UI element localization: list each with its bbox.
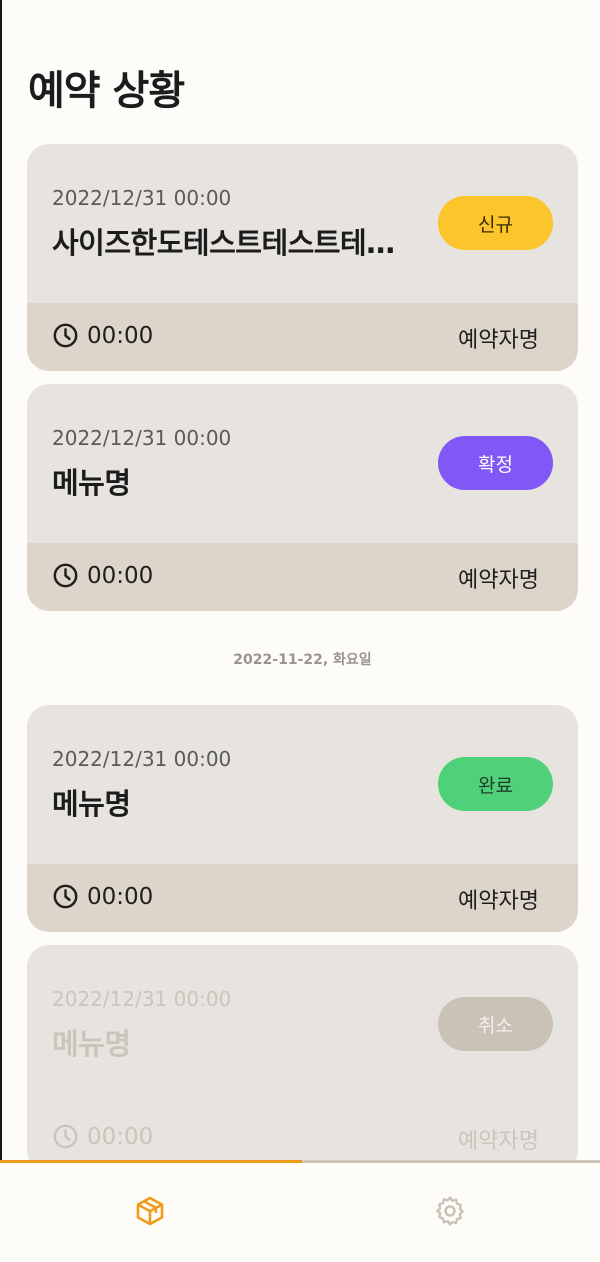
page-title: 예약 상황 <box>28 68 185 114</box>
customer-name: 예약자명 <box>458 568 539 593</box>
card-body: 2022/12/31 00:00 사이즈한도테스트테스트테스트 신규 <box>27 144 578 303</box>
reservation-card[interactable]: 2022/12/31 00:00 사이즈한도테스트테스트테스트 신규 00:00… <box>27 144 578 371</box>
customer-name: 예약자명 <box>458 1129 539 1154</box>
card-body: 2022/12/31 00:00 메뉴명 완료 <box>27 705 578 864</box>
menu-name: 사이즈한도테스트테스트테스트 <box>52 226 397 260</box>
menu-name: 메뉴명 <box>52 1027 131 1061</box>
window-edge <box>0 0 2 1259</box>
menu-name: 메뉴명 <box>52 466 131 500</box>
clock-icon <box>53 323 78 348</box>
box-icon <box>136 1196 164 1226</box>
reservation-card[interactable]: 2022/12/31 00:00 메뉴명 완료 00:00 예약자명 <box>27 705 578 932</box>
reservation-time: 00:00 <box>52 1123 153 1150</box>
reservation-time: 00:00 <box>52 562 153 589</box>
time-value: 00:00 <box>87 562 154 589</box>
status-badge-new: 신규 <box>438 196 553 250</box>
status-badge-cancel: 취소 <box>438 997 553 1051</box>
reservation-time: 00:00 <box>52 322 153 349</box>
menu-name: 메뉴명 <box>52 787 131 821</box>
time-value: 00:00 <box>87 322 154 349</box>
reservation-card-cancelled[interactable]: 2022/12/31 00:00 메뉴명 취소 00:00 예약자명 <box>27 945 578 1172</box>
card-footer: 00:00 예약자명 <box>27 303 578 371</box>
reservation-datetime: 2022/12/31 00:00 <box>52 747 232 771</box>
card-footer: 00:00 예약자명 <box>27 864 578 932</box>
reservation-list[interactable]: 2022/12/31 00:00 사이즈한도테스트테스트테스트 신규 00:00… <box>27 144 578 1185</box>
customer-name: 예약자명 <box>458 328 539 353</box>
reservation-datetime: 2022/12/31 00:00 <box>52 987 232 1011</box>
reservation-card[interactable]: 2022/12/31 00:00 메뉴명 확정 00:00 예약자명 <box>27 384 578 611</box>
reservation-datetime: 2022/12/31 00:00 <box>52 186 232 210</box>
card-body: 2022/12/31 00:00 메뉴명 확정 <box>27 384 578 543</box>
tab-reservations[interactable] <box>0 1163 300 1259</box>
customer-name: 예약자명 <box>458 889 539 914</box>
card-footer: 00:00 예약자명 <box>27 543 578 611</box>
clock-icon <box>53 563 78 588</box>
time-value: 00:00 <box>87 883 154 910</box>
reservation-time: 00:00 <box>52 883 153 910</box>
status-badge-confirmed: 확정 <box>438 436 553 490</box>
gear-icon <box>436 1196 464 1226</box>
tab-settings[interactable] <box>300 1163 600 1259</box>
clock-icon <box>53 884 78 909</box>
card-body: 2022/12/31 00:00 메뉴명 취소 <box>27 945 578 1104</box>
status-badge-done: 완료 <box>438 757 553 811</box>
time-value: 00:00 <box>87 1123 154 1150</box>
bottom-tab-bar <box>0 1160 600 1262</box>
date-separator: 2022-11-22, 화요일 <box>233 652 372 668</box>
clock-icon <box>53 1124 78 1149</box>
reservation-datetime: 2022/12/31 00:00 <box>52 426 232 450</box>
